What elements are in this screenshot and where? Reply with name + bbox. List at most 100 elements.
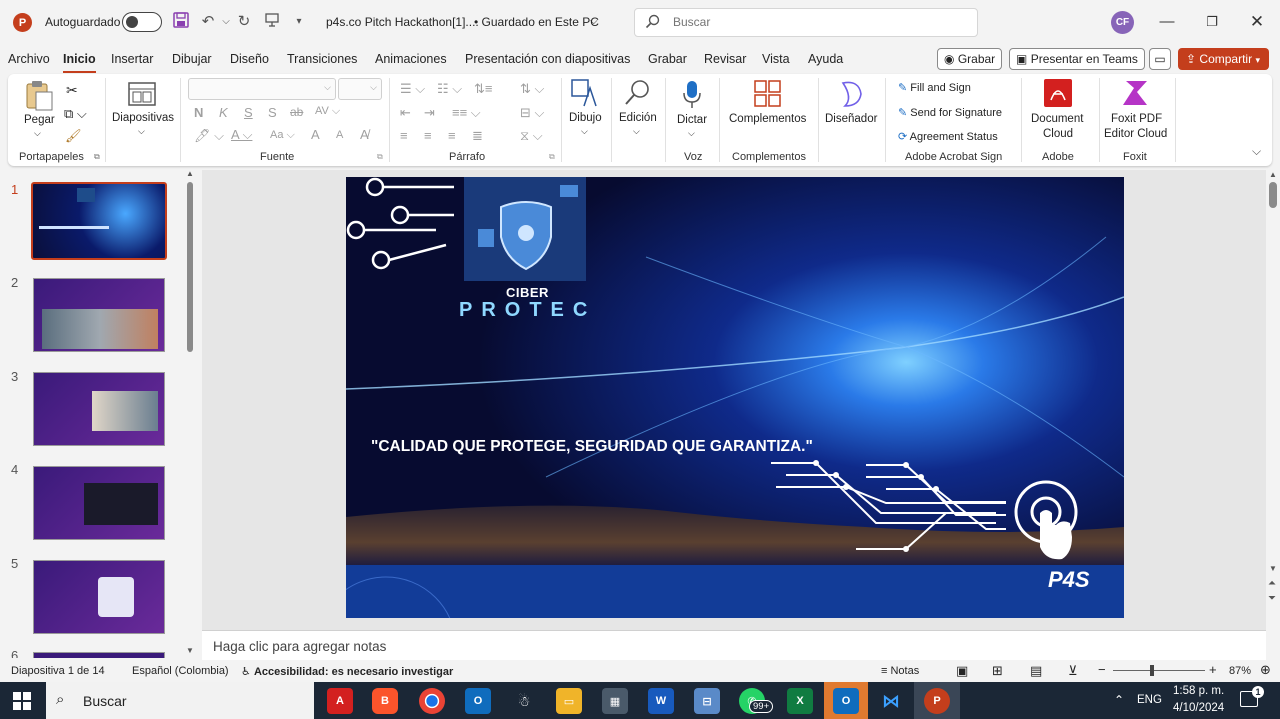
font-color-icon[interactable]: A ⌵: [231, 127, 252, 143]
bold-button[interactable]: N: [194, 105, 203, 120]
paragraph-launcher-icon[interactable]: ⧉: [549, 152, 555, 162]
foxit-label-1[interactable]: Foxit PDF: [1111, 113, 1162, 125]
excel-taskbar-icon[interactable]: X: [787, 688, 813, 714]
font-family-select[interactable]: ⌵: [188, 78, 336, 100]
font-launcher-icon[interactable]: ⧉: [377, 152, 383, 162]
redo-icon[interactable]: ↻: [234, 12, 254, 32]
chrome-taskbar-icon[interactable]: [419, 688, 445, 714]
zoom-out-icon[interactable]: −: [1098, 662, 1106, 677]
undo-dropdown-icon[interactable]: ⌵: [216, 12, 236, 32]
align-text-icon[interactable]: ⊟ ⌵: [520, 105, 544, 121]
grow-font-button[interactable]: A: [311, 127, 320, 142]
calculator-taskbar-icon[interactable]: ▦: [602, 688, 628, 714]
paste-icon[interactable]: [24, 80, 54, 112]
justify-icon[interactable]: ≣: [472, 128, 483, 144]
clock-date[interactable]: 4/10/2024: [1173, 702, 1224, 714]
tab-diseno[interactable]: Diseño: [230, 52, 269, 66]
microphone-icon[interactable]: [681, 80, 703, 110]
outlook-taskbar-icon[interactable]: O: [465, 688, 491, 714]
new-slide-icon[interactable]: [128, 82, 156, 108]
italic-button[interactable]: K: [219, 105, 228, 120]
slide-canvas[interactable]: CIBER PROTEC "CALIDAD QUE PROTEGE, SEGUR…: [346, 177, 1124, 618]
editing-chevron-icon[interactable]: ⌵: [633, 126, 640, 137]
user-avatar[interactable]: CF: [1111, 11, 1134, 34]
align-right-icon[interactable]: ≡: [448, 128, 456, 143]
normal-view-icon[interactable]: ▣: [956, 663, 968, 679]
tab-insertar[interactable]: Insertar: [111, 52, 153, 66]
control-panel-taskbar-icon[interactable]: ⊟: [694, 688, 720, 714]
scrollbar-thumb[interactable]: [187, 182, 193, 352]
columns-icon[interactable]: ≡≡ ⌵: [452, 105, 481, 121]
align-center-icon[interactable]: ≡: [424, 128, 432, 143]
brave-taskbar-icon[interactable]: B: [372, 688, 398, 714]
numbering-icon[interactable]: ☷ ⌵: [437, 81, 462, 97]
save-status[interactable]: • Guardado en Este PC: [474, 15, 599, 29]
text-direction-icon[interactable]: ⇅ ⌵: [520, 81, 544, 97]
notes-pane[interactable]: Haga clic para agregar notas: [202, 630, 1266, 660]
slides-label[interactable]: Diapositivas: [112, 112, 174, 124]
copy-icon[interactable]: ⧉ ⌵: [64, 106, 87, 122]
search-input[interactable]: [673, 15, 953, 29]
slide-thumbnail-3[interactable]: [33, 372, 165, 446]
bullets-icon[interactable]: ☰ ⌵: [400, 81, 425, 97]
accessibility-status[interactable]: ♿ Accesibilidad: es necesario investigar: [241, 665, 453, 678]
thumbnails-scrollbar[interactable]: ▲ ▼: [186, 169, 194, 655]
slide-sorter-icon[interactable]: ⊞: [992, 663, 1003, 679]
powerpoint-taskbar-icon[interactable]: P: [924, 688, 950, 714]
minimize-icon[interactable]: —: [1153, 10, 1181, 34]
tab-revisar[interactable]: Revisar: [704, 52, 746, 66]
smartart-icon[interactable]: ⧖ ⌵: [520, 128, 543, 144]
tab-animaciones[interactable]: Animaciones: [375, 52, 447, 66]
zoom-level[interactable]: 87%: [1229, 665, 1251, 677]
designer-icon[interactable]: [837, 80, 865, 108]
tab-ayuda[interactable]: Ayuda: [808, 52, 843, 66]
format-painter-icon[interactable]: 🖌: [65, 128, 82, 144]
restore-icon[interactable]: ❐: [1198, 10, 1226, 34]
next-slide-icon[interactable]: ⏷: [1268, 593, 1276, 604]
document-title[interactable]: p4s.co Pitch Hackathon[1]....: [326, 15, 479, 29]
drawing-shapes-icon[interactable]: [570, 78, 600, 108]
fill-sign-button[interactable]: ✎ Fill and Sign: [898, 81, 971, 94]
search-box[interactable]: [634, 8, 978, 37]
paste-label[interactable]: Pegar: [24, 114, 55, 126]
fit-to-window-icon[interactable]: ⊕: [1260, 662, 1271, 678]
zoom-in-icon[interactable]: +: [1209, 662, 1217, 677]
slide-tagline[interactable]: "CALIDAD QUE PROTEGE, SEGURIDAD QUE GARA…: [371, 438, 813, 456]
addins-label[interactable]: Complementos: [729, 113, 806, 125]
slideshow-view-icon[interactable]: ⊻: [1068, 663, 1078, 679]
change-case-button[interactable]: Aa ⌵: [270, 129, 295, 142]
present-from-start-icon[interactable]: [262, 12, 282, 32]
scroll-down-icon[interactable]: ▼: [1269, 564, 1277, 573]
tab-inicio[interactable]: Inicio: [63, 52, 96, 73]
clock-time[interactable]: 1:58 p. m.: [1173, 685, 1224, 697]
slide-thumbnail-6[interactable]: [33, 652, 165, 658]
scroll-up-icon[interactable]: ▲: [186, 169, 194, 178]
tab-transiciones[interactable]: Transiciones: [287, 52, 357, 66]
zoom-slider-thumb[interactable]: [1150, 665, 1154, 676]
notes-button[interactable]: ≡ Notas: [881, 665, 919, 677]
outlook-active-taskbar-icon[interactable]: O: [833, 688, 859, 714]
strikethrough-icon[interactable]: ab: [290, 105, 303, 119]
document-cloud-label-2[interactable]: Cloud: [1043, 128, 1073, 140]
share-button[interactable]: ⇪ Compartir ▾: [1178, 48, 1269, 70]
file-explorer-taskbar-icon[interactable]: ▭: [556, 688, 582, 714]
addins-icon[interactable]: [754, 80, 782, 108]
align-left-icon[interactable]: ≡: [400, 128, 408, 143]
send-signature-button[interactable]: ✎ Send for Signature: [898, 106, 1002, 119]
slide-thumbnail-5[interactable]: [33, 560, 165, 634]
increase-indent-icon[interactable]: ⇥: [424, 105, 435, 121]
input-language[interactable]: ENG: [1137, 694, 1162, 706]
vscode-taskbar-icon[interactable]: ⋈: [878, 688, 904, 714]
editing-label[interactable]: Edición: [619, 112, 657, 124]
clear-format-icon[interactable]: A̸: [360, 127, 369, 142]
save-icon[interactable]: [171, 12, 191, 32]
font-size-select[interactable]: ⌵: [338, 78, 382, 100]
slide-scrollbar[interactable]: ▲ ▼ ⏶ ⏷: [1266, 170, 1280, 630]
decrease-indent-icon[interactable]: ⇤: [400, 105, 411, 121]
shrink-font-button[interactable]: A: [336, 129, 343, 141]
tab-archivo[interactable]: Archivo: [8, 52, 50, 66]
tab-dibujar[interactable]: Dibujar: [172, 52, 212, 66]
drawing-chevron-icon[interactable]: ⌵: [581, 126, 588, 137]
cut-icon[interactable]: ✂: [66, 82, 78, 99]
language-status[interactable]: Español (Colombia): [132, 665, 229, 677]
